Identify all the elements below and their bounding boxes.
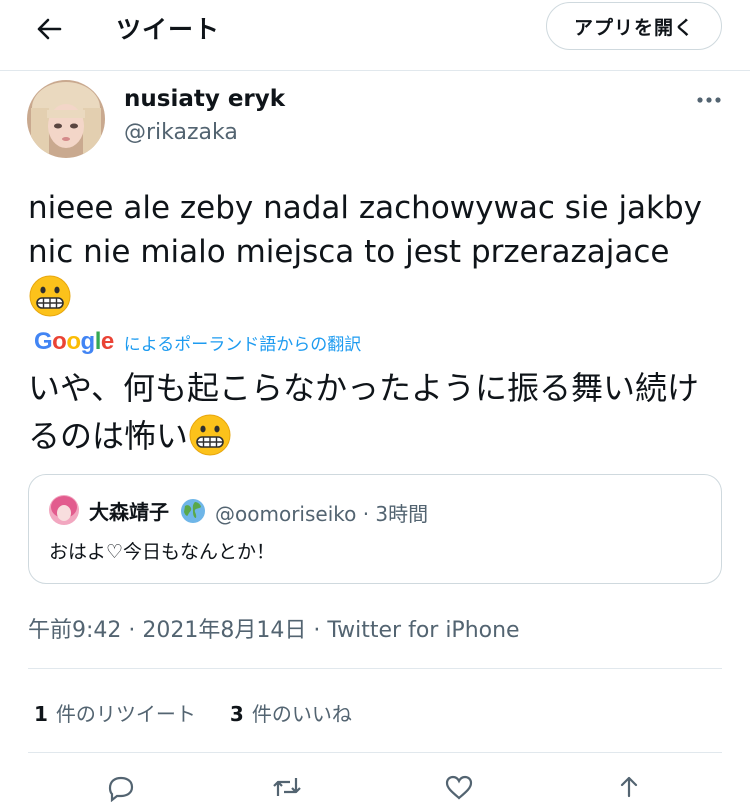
avatar[interactable] xyxy=(27,80,105,158)
back-arrow-icon[interactable] xyxy=(34,14,64,44)
like-icon[interactable] xyxy=(442,772,476,802)
translated-text: いや、何も起こらなかったように振る舞い続けるのは怖い xyxy=(28,364,728,460)
tweet-body: nieee ale zeby nadal zachowywac sie jakb… xyxy=(28,190,703,270)
author-handle[interactable]: @rikazaka xyxy=(124,120,238,145)
grimacing-emoji-icon xyxy=(189,414,231,456)
retweets-count: 1 xyxy=(34,702,48,726)
translation-label[interactable]: によるポーランド語からの翻訳 xyxy=(124,330,362,355)
translation-attribution[interactable]: Google によるポーランド語からの翻訳 xyxy=(34,328,361,356)
likes-stat[interactable]: 3 件のいいね xyxy=(230,698,352,727)
tweet-text: nieee ale zeby nadal zachowywac sie jakb… xyxy=(28,186,728,322)
tweet-timestamp[interactable]: 午前9:42 · 2021年8月14日 · Twitter for iPhone xyxy=(28,612,520,644)
globe-icon xyxy=(181,499,205,523)
quoted-text: おはよ♡今日もなんとか！ xyxy=(49,541,276,563)
share-icon[interactable] xyxy=(612,772,646,802)
engagement-stats: 1 件のリツイート 3 件のいいね xyxy=(34,698,386,727)
divider xyxy=(28,752,722,753)
grimacing-emoji-icon xyxy=(29,275,71,317)
translated-body: いや、何も起こらなかったように振る舞い続けるのは怖い xyxy=(28,369,700,455)
more-icon[interactable] xyxy=(696,90,722,110)
likes-label: 件のいいね xyxy=(251,702,352,726)
quoted-avatar[interactable] xyxy=(49,495,79,525)
divider xyxy=(28,668,722,669)
top-bar: ツイート アプリを開く xyxy=(0,0,750,71)
google-logo: Google xyxy=(34,328,114,355)
open-app-button[interactable]: アプリを開く xyxy=(546,2,722,50)
retweets-label: 件のリツイート xyxy=(55,702,196,726)
quoted-tweet-card[interactable]: 大森靖子 @oomoriseiko · 3時間 おはよ♡今日もなんとか！ xyxy=(28,474,722,584)
retweet-icon[interactable] xyxy=(270,772,304,802)
author-name[interactable]: nusiaty eryk xyxy=(124,86,285,112)
likes-count: 3 xyxy=(229,702,244,726)
quoted-author-name: 大森靖子 xyxy=(89,500,169,524)
page-title: ツイート xyxy=(116,15,221,44)
reply-icon[interactable] xyxy=(104,772,138,802)
quoted-handle-time: @oomoriseiko · 3時間 xyxy=(215,502,429,526)
retweets-stat[interactable]: 1 件のリツイート xyxy=(34,698,196,727)
